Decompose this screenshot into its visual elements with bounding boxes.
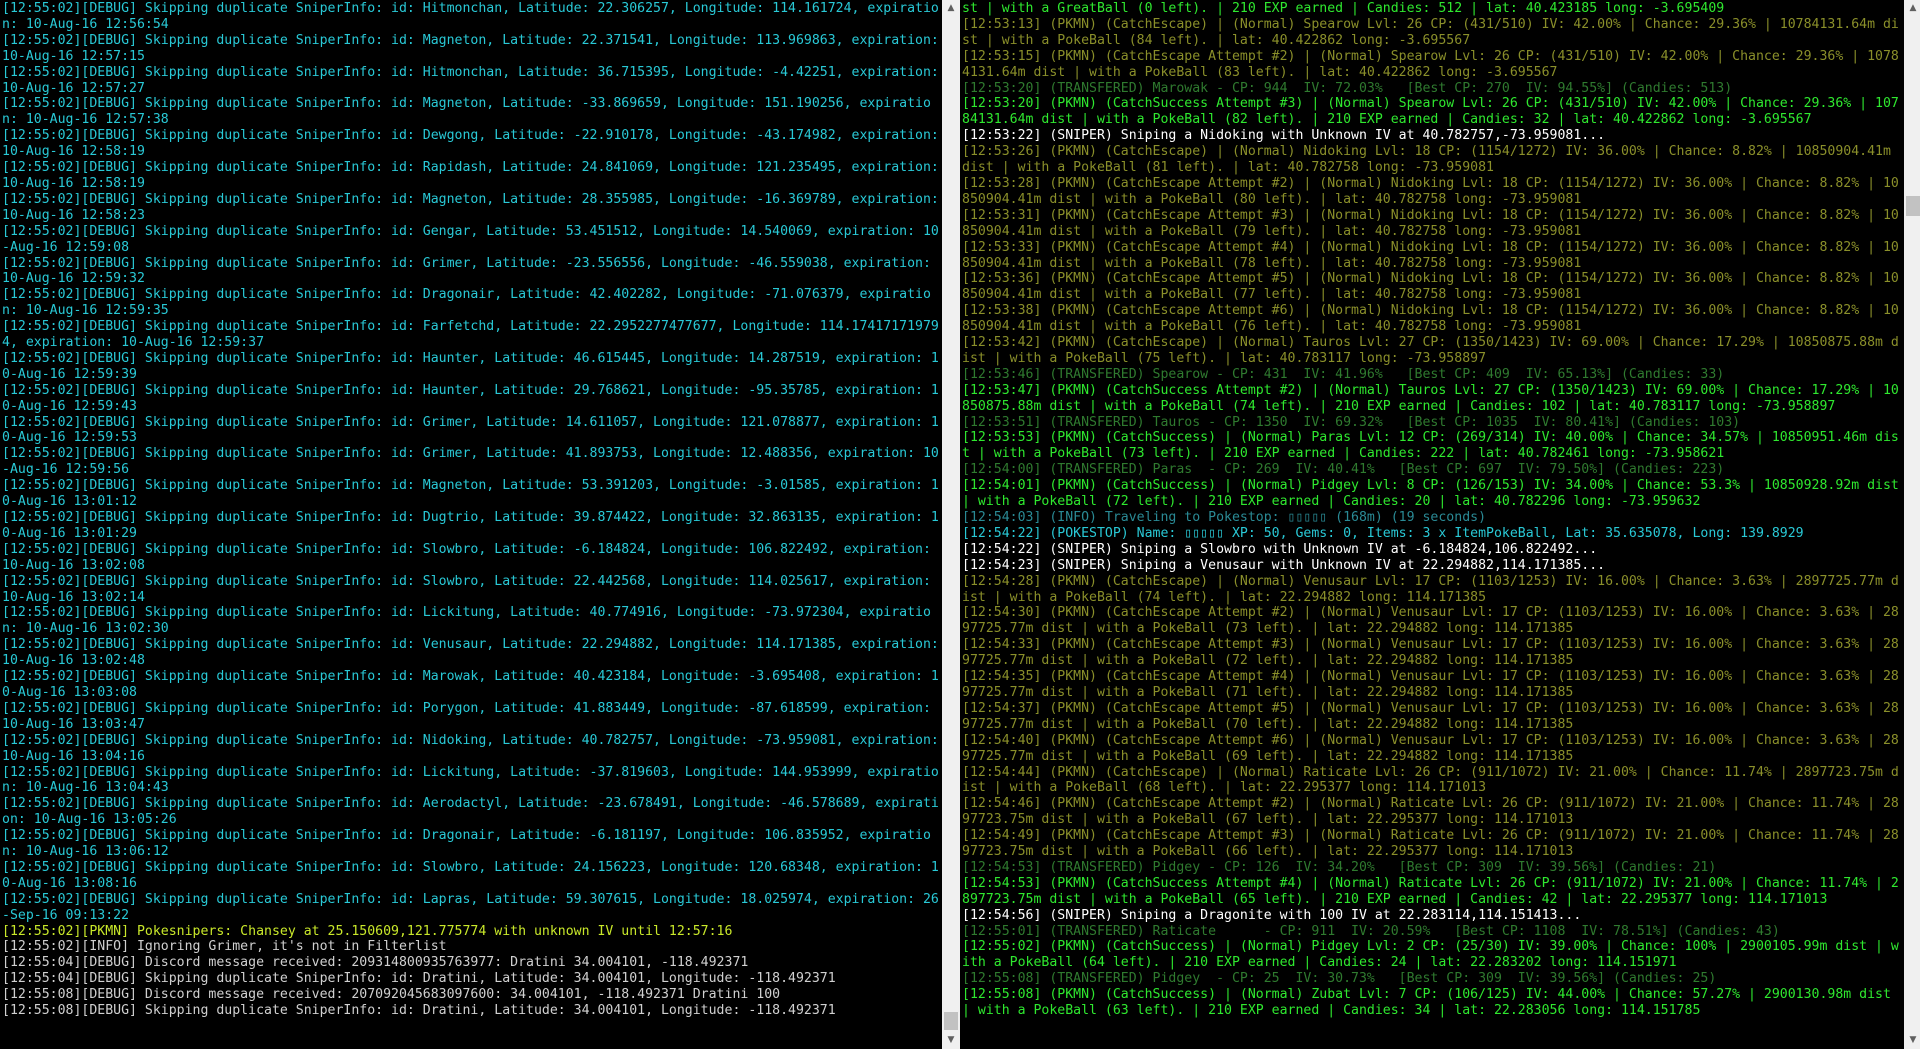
log-line: [12:55:02][DEBUG] Skipping duplicate Sni… (2, 478, 939, 510)
log-line: [12:55:02][DEBUG] Skipping duplicate Sni… (2, 382, 939, 414)
log-line: [12:53:47] (PKMN) (CatchSuccess Attempt … (962, 382, 1899, 414)
right-scrollbar-thumb[interactable] (1906, 196, 1920, 216)
right-vertical-scrollbar[interactable]: ▲ ▼ (1904, 0, 1920, 1049)
log-line: [12:55:02][DEBUG] Skipping duplicate Sni… (2, 510, 939, 541)
left-vertical-scrollbar[interactable]: ▲ ▼ (942, 0, 960, 1049)
log-line: [12:55:02][DEBUG] Skipping duplicate Sni… (2, 573, 939, 605)
log-line: [12:53:22] (SNIPER) Sniping a Nidoking w… (962, 128, 1606, 144)
log-line: [12:55:02] (PKMN) (CatchSuccess) | (Norm… (962, 939, 1899, 971)
left-scrollbar-thumb[interactable] (944, 1012, 958, 1030)
scroll-up-arrow-icon[interactable]: ▲ (1904, 0, 1920, 17)
scroll-up-arrow-icon[interactable]: ▲ (942, 0, 960, 17)
log-line: [12:55:02][PKMN] Pokesnipers: Chansey at… (2, 923, 733, 939)
log-line: [12:55:02][DEBUG] Skipping duplicate Sni… (2, 1, 939, 32)
log-line: [12:54:46] (PKMN) (CatchEscape Attempt #… (962, 796, 1899, 828)
log-line: [12:55:02][DEBUG] Skipping duplicate Sni… (2, 255, 939, 287)
log-line: [12:54:40] (PKMN) (CatchEscape Attempt #… (962, 732, 1899, 764)
log-line: [12:55:02][INFO] Ignoring Grimer, it's n… (2, 939, 447, 955)
log-line: [12:54:53] (TRANSFERED) Pidgey - CP: 126… (962, 859, 1717, 875)
log-line: [12:54:30] (PKMN) (CatchEscape Attempt #… (962, 605, 1899, 637)
log-line: [12:55:02][DEBUG] Skipping duplicate Sni… (2, 350, 939, 382)
log-line: [12:53:28] (PKMN) (CatchEscape Attempt #… (962, 175, 1899, 207)
log-line: [12:53:51] (TRANSFERED) Tauros - CP: 135… (962, 414, 1741, 430)
log-line: [12:54:22] (SNIPER) Sniping a Slowbro wi… (962, 541, 1598, 557)
log-line: [12:55:01] (TRANSFERED) Raticate - CP: 9… (962, 923, 1780, 939)
log-line: [12:53:15] (PKMN) (CatchEscape Attempt #… (962, 48, 1899, 80)
log-line: [12:53:53] (PKMN) (CatchSuccess) | (Norm… (962, 430, 1899, 462)
scroll-down-arrow-icon[interactable]: ▼ (1904, 1032, 1920, 1049)
log-line: st | with a GreatBall (0 left). | 210 EX… (962, 1, 1725, 16)
left-console-window[interactable]: [12:55:02][DEBUG] Skipping duplicate Sni… (0, 0, 940, 1049)
log-line: [12:55:02][DEBUG] Skipping duplicate Sni… (2, 223, 939, 255)
log-line: [12:55:02][DEBUG] Skipping duplicate Sni… (2, 96, 931, 128)
log-line: [12:55:02][DEBUG] Skipping duplicate Sni… (2, 191, 939, 223)
log-line: [12:55:08][DEBUG] Discord message receiv… (2, 987, 781, 1003)
log-line: [12:55:02][DEBUG] Skipping duplicate Sni… (2, 859, 939, 891)
log-line: [12:54:44] (PKMN) (CatchEscape) | (Norma… (962, 764, 1899, 796)
log-line: [12:55:02][DEBUG] Skipping duplicate Sni… (2, 287, 931, 319)
log-line: [12:54:23] (SNIPER) Sniping a Venusaur w… (962, 557, 1606, 573)
log-line: [12:55:02][DEBUG] Skipping duplicate Sni… (2, 32, 939, 64)
log-line: [12:55:02][DEBUG] Skipping duplicate Sni… (2, 700, 939, 732)
log-line: [12:55:08][DEBUG] Skipping duplicate Sni… (2, 1003, 836, 1019)
log-line: [12:54:22] (POKESTOP) Name: ▯▯▯▯▯ XP: 50… (962, 525, 1804, 541)
log-line: [12:55:02][DEBUG] Skipping duplicate Sni… (2, 891, 939, 923)
log-line: [12:55:02][DEBUG] Skipping duplicate Sni… (2, 64, 939, 96)
log-line: [12:55:02][DEBUG] Skipping duplicate Sni… (2, 796, 939, 828)
log-line: [12:54:49] (PKMN) (CatchEscape Attempt #… (962, 828, 1899, 860)
scroll-down-arrow-icon[interactable]: ▼ (942, 1032, 960, 1049)
log-line: [12:55:02][DEBUG] Skipping duplicate Sni… (2, 414, 939, 446)
log-line: [12:54:37] (PKMN) (CatchEscape Attempt #… (962, 700, 1899, 732)
log-line: [12:53:46] (TRANSFERED) Spearow - CP: 43… (962, 366, 1725, 382)
left-console-output: [12:55:02][DEBUG] Skipping duplicate Sni… (2, 1, 940, 1049)
log-line: [12:55:08] (TRANSFERED) Pidgey - CP: 25 … (962, 971, 1717, 987)
log-line: [12:55:02][DEBUG] Skipping duplicate Sni… (2, 128, 939, 160)
log-line: [12:55:04][DEBUG] Discord message receiv… (2, 955, 749, 971)
log-line: [12:55:02][DEBUG] Skipping duplicate Sni… (2, 669, 939, 700)
log-line: [12:54:28] (PKMN) (CatchEscape) | (Norma… (962, 573, 1899, 605)
right-console-window[interactable]: st | with a GreatBall (0 left). | 210 EX… (960, 0, 1904, 1049)
log-line: [12:53:42] (PKMN) (CatchEscape) | (Norma… (962, 335, 1899, 366)
log-line: [12:54:53] (PKMN) (CatchSuccess Attempt … (962, 875, 1899, 907)
log-line: [12:53:13] (PKMN) (CatchEscape) | (Norma… (962, 16, 1899, 48)
log-line: [12:53:33] (PKMN) (CatchEscape Attempt #… (962, 239, 1899, 271)
log-line: [12:55:08] (PKMN) (CatchSuccess) | (Norm… (962, 987, 1899, 1019)
log-line: [12:55:02][DEBUG] Skipping duplicate Sni… (2, 446, 939, 478)
log-line: [12:54:35] (PKMN) (CatchEscape Attempt #… (962, 669, 1899, 700)
log-line: [12:55:02][DEBUG] Skipping duplicate Sni… (2, 637, 939, 669)
log-line: [12:55:02][DEBUG] Skipping duplicate Sni… (2, 319, 939, 351)
log-line: [12:54:56] (SNIPER) Sniping a Dragonite … (962, 907, 1582, 923)
log-line: [12:54:33] (PKMN) (CatchEscape Attempt #… (962, 637, 1899, 669)
log-line: [12:55:04][DEBUG] Skipping duplicate Sni… (2, 971, 836, 987)
log-line: [12:53:31] (PKMN) (CatchEscape Attempt #… (962, 207, 1899, 239)
log-line: [12:55:02][DEBUG] Skipping duplicate Sni… (2, 605, 931, 637)
log-line: [12:54:03] (INFO) Traveling to Pokestop:… (962, 510, 1487, 525)
log-line: [12:55:02][DEBUG] Skipping duplicate Sni… (2, 732, 939, 764)
right-console-output: st | with a GreatBall (0 left). | 210 EX… (962, 1, 1904, 1049)
log-line: [12:53:26] (PKMN) (CatchEscape) | (Norma… (962, 144, 1899, 176)
log-line: [12:54:01] (PKMN) (CatchSuccess) | (Norm… (962, 478, 1899, 510)
log-line: [12:53:38] (PKMN) (CatchEscape Attempt #… (962, 303, 1899, 335)
log-line: [12:54:00] (TRANSFERED) Paras - CP: 269 … (962, 462, 1725, 478)
log-line: [12:55:02][DEBUG] Skipping duplicate Sni… (2, 160, 939, 191)
log-line: [12:55:02][DEBUG] Skipping duplicate Sni… (2, 828, 931, 860)
log-line: [12:53:36] (PKMN) (CatchEscape Attempt #… (962, 271, 1899, 303)
log-line: [12:55:02][DEBUG] Skipping duplicate Sni… (2, 764, 939, 796)
log-line: [12:53:20] (TRANSFERED) Marowak - CP: 94… (962, 80, 1733, 96)
log-line: [12:53:20] (PKMN) (CatchSuccess Attempt … (962, 96, 1899, 128)
log-line: [12:55:02][DEBUG] Skipping duplicate Sni… (2, 541, 939, 573)
